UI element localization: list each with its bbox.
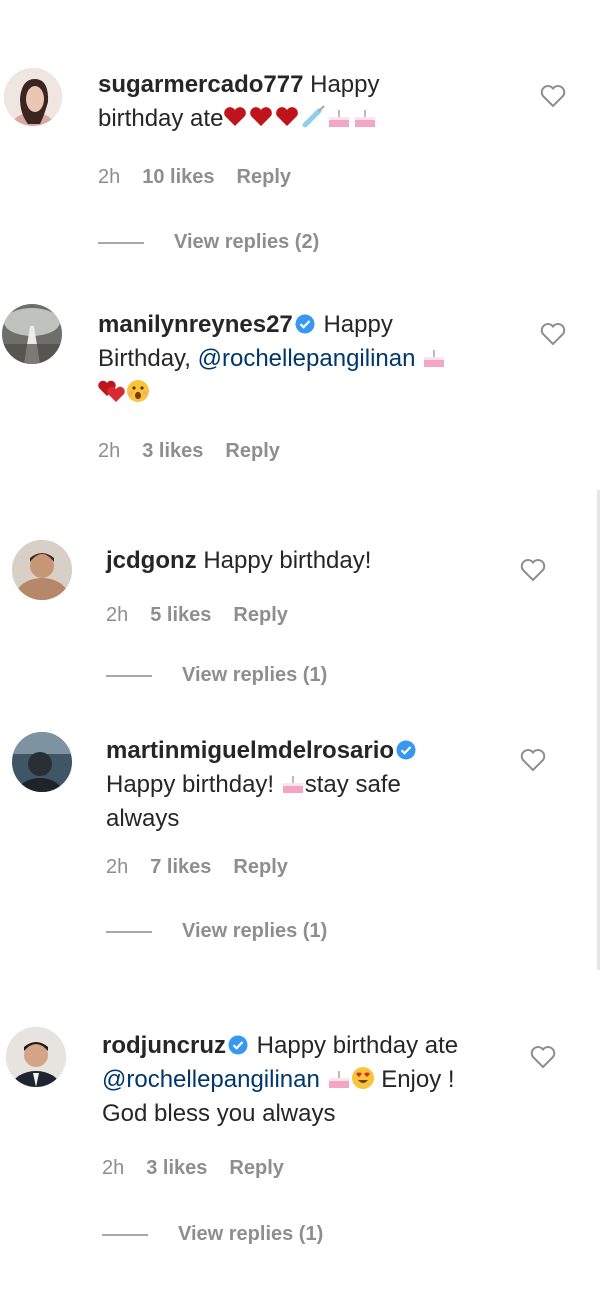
reply-button[interactable]: Reply [237, 166, 291, 188]
view-replies-button[interactable]: View replies (2) [98, 231, 319, 254]
like-heart-icon[interactable] [530, 1045, 556, 1069]
verified-badge-icon [396, 740, 416, 760]
comment-text-line: Happy [323, 311, 393, 338]
reply-button[interactable]: Reply [225, 440, 279, 462]
reply-button[interactable]: Reply [233, 604, 287, 626]
comment-item: sugarmercado777 Happy birthday ate 2h 10 … [0, 0, 600, 270]
red-heart-emoji-icon [223, 105, 301, 129]
heart-eyes-emoji-icon [351, 1066, 375, 1090]
avatar[interactable] [6, 1027, 66, 1087]
comment-time: 2h [106, 604, 129, 626]
comment-text: rodjuncruz Happy birthday ate @rochellep… [102, 1029, 522, 1131]
comment-text: manilynreynes27 Happy Birthday, @rochell… [98, 308, 518, 410]
comment-text-line: Happy [310, 71, 380, 98]
comment-username[interactable]: sugarmercado777 [98, 71, 303, 98]
view-replies-label: View replies (1) [182, 920, 328, 942]
avatar[interactable] [4, 68, 62, 126]
comment-meta: 2h 5 likes Reply [106, 604, 310, 627]
comment-text-line: always [106, 805, 180, 832]
mention-link[interactable]: @rochellepangilinan [198, 345, 416, 372]
avatar[interactable] [12, 732, 72, 792]
comment-text-line: stay safe [304, 771, 401, 798]
birthday-cake-emoji-icon [327, 1066, 351, 1090]
reply-button[interactable]: Reply [233, 856, 287, 878]
like-heart-icon[interactable] [520, 558, 546, 582]
view-replies-button[interactable]: View replies (1) [106, 920, 327, 943]
divider-dash [106, 674, 152, 677]
comment-text: jcdgonz Happy birthday! [106, 544, 526, 578]
comment-time: 2h [106, 856, 129, 878]
comment-text-line: birthday ate [98, 105, 224, 132]
verified-badge-icon [295, 314, 315, 334]
divider-dash [102, 1233, 148, 1236]
view-replies-label: View replies (2) [174, 231, 320, 253]
comment-text-line: Birthday, [98, 345, 191, 372]
verified-badge-icon [228, 1035, 248, 1055]
comment-likes[interactable]: 7 likes [150, 856, 211, 878]
comment-text-line: Happy birthday! [203, 547, 372, 574]
comment-text: martinmiguelmdelrosario Happy birthday! … [106, 734, 526, 836]
comment-text-line: Happy birthday ate [256, 1032, 459, 1059]
comment-meta: 2h 10 likes Reply [98, 166, 313, 189]
like-heart-icon[interactable] [520, 748, 546, 772]
astonished-face-emoji-icon [126, 379, 150, 403]
comment-text-line: Enjoy ! [381, 1066, 455, 1093]
reply-button[interactable]: Reply [229, 1157, 283, 1179]
view-replies-button[interactable]: View replies (1) [102, 1223, 323, 1246]
avatar[interactable] [12, 540, 72, 600]
comment-time: 2h [98, 440, 121, 462]
divider-dash [106, 930, 152, 933]
view-replies-button[interactable]: View replies (1) [106, 664, 327, 687]
comment-meta: 2h 3 likes Reply [102, 1157, 306, 1180]
view-replies-label: View replies (1) [178, 1223, 324, 1245]
comment-likes[interactable]: 5 likes [150, 604, 211, 626]
birthday-cake-emoji-icon [281, 771, 305, 795]
birthday-cake-emoji-icon [327, 105, 379, 129]
comment-username[interactable]: jcdgonz [106, 547, 197, 574]
comment-meta: 2h 3 likes Reply [98, 440, 302, 463]
comment-item: martinmiguelmdelrosario Happy birthday! … [0, 720, 600, 960]
comment-text-line: Happy birthday! [106, 771, 275, 798]
comment-username[interactable]: martinmiguelmdelrosario [106, 737, 394, 764]
two-hearts-emoji-icon [98, 379, 126, 403]
like-heart-icon[interactable] [540, 84, 566, 108]
like-heart-icon[interactable] [540, 322, 566, 346]
comment-item: manilynreynes27 Happy Birthday, @rochell… [0, 290, 600, 490]
comment-text-line: God bless you always [102, 1100, 336, 1127]
comment-text: sugarmercado777 Happy birthday ate [98, 68, 518, 136]
birthday-cake-emoji-icon [422, 345, 446, 369]
comment-likes[interactable]: 3 likes [146, 1157, 207, 1179]
avatar[interactable] [2, 304, 62, 364]
comment-likes[interactable]: 3 likes [142, 440, 203, 462]
comment-username[interactable]: rodjuncruz [102, 1032, 226, 1059]
view-replies-label: View replies (1) [182, 664, 328, 686]
comment-time: 2h [102, 1157, 125, 1179]
divider-dash [98, 241, 144, 244]
comment-item: rodjuncruz Happy birthday ate @rochellep… [0, 1015, 600, 1275]
comment-meta: 2h 7 likes Reply [106, 856, 310, 879]
mention-link[interactable]: @rochellepangilinan [102, 1066, 320, 1093]
syringe-emoji-icon [301, 105, 327, 129]
comment-likes[interactable]: 10 likes [142, 166, 214, 188]
comment-item: jcdgonz Happy birthday! 2h 5 likes Reply V… [0, 530, 600, 700]
comment-username[interactable]: manilynreynes27 [98, 311, 293, 338]
comment-time: 2h [98, 166, 121, 188]
